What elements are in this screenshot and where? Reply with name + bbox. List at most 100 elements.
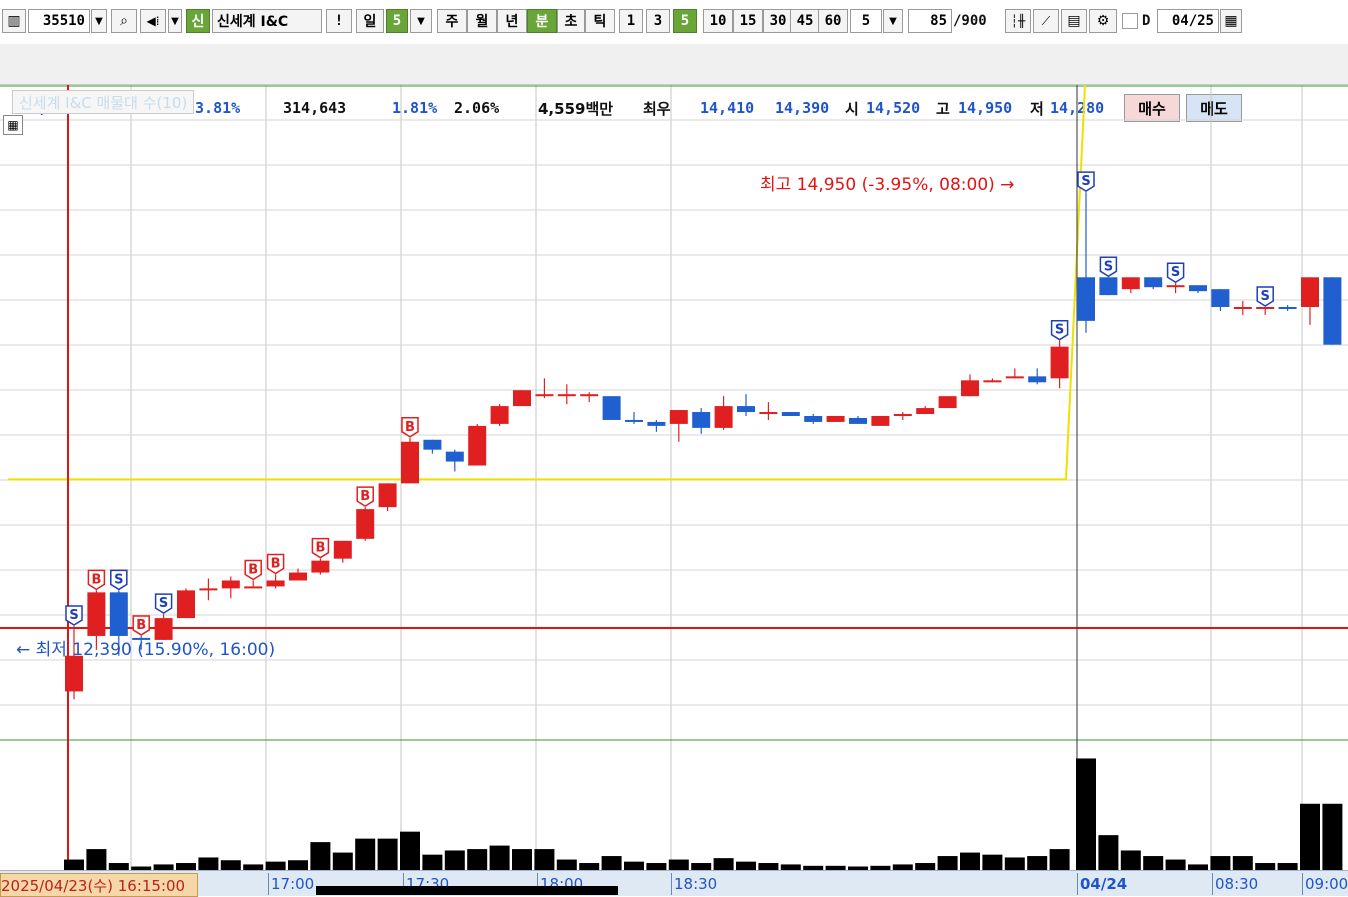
volume-bar: [444, 850, 465, 870]
sell-marker: S: [65, 605, 83, 626]
buy-marker: B: [266, 553, 285, 575]
candle-body: [87, 592, 106, 636]
candle-body: [1211, 289, 1230, 308]
svg-text:B: B: [315, 541, 325, 556]
period-15[interactable]: 15: [733, 9, 763, 33]
candle-body: [1301, 277, 1319, 308]
year-button[interactable]: 년: [497, 9, 527, 33]
volume-bar: [1049, 849, 1070, 870]
candle-body: [804, 415, 823, 422]
svg-text:S: S: [159, 596, 168, 611]
volume-bar: [176, 863, 196, 870]
save-icon[interactable]: ▤: [1061, 9, 1087, 33]
volume-bar: [198, 857, 219, 870]
candle-body: [445, 451, 464, 462]
candle-body: [893, 414, 912, 417]
candle-body: [1144, 277, 1163, 288]
date-input[interactable]: 04/25: [1157, 9, 1219, 33]
candle-body: [625, 419, 643, 422]
alert-button[interactable]: !: [326, 9, 352, 33]
calendar-icon[interactable]: ▦: [1220, 9, 1242, 33]
volume-bar: [691, 863, 712, 870]
volume-bar: [646, 863, 667, 870]
speaker-icon[interactable]: ◀⁞: [140, 9, 166, 33]
svg-text:S: S: [1104, 259, 1113, 274]
second-button[interactable]: 초: [557, 9, 585, 33]
candle-body: [1256, 307, 1275, 310]
chart-legend[interactable]: 신세계 I&C 매물대 수(10): [12, 90, 195, 114]
svg-text:S: S: [1055, 323, 1064, 338]
period-input[interactable]: 5: [850, 9, 882, 33]
candle-body: [535, 394, 554, 397]
chart-toolbar: ▥ 35510 ▼ ⌕ ◀⁞ ▼ 신 신세계 I&C ! 일 5 ▼ 주 월 년…: [0, 0, 1348, 45]
volume-bar: [1232, 856, 1253, 870]
volume-bar: [1143, 856, 1164, 870]
volume-bar: [355, 838, 376, 870]
candle-body: [759, 412, 778, 415]
candle-body: [401, 441, 419, 484]
candle-body: [333, 540, 352, 559]
candle-body: [938, 396, 957, 409]
checkbox-icon[interactable]: [1122, 13, 1138, 29]
stock-name-field[interactable]: 신세계 I&C: [212, 9, 322, 33]
volume-bar: [512, 849, 532, 870]
volume-bar: [108, 863, 129, 870]
tick-button[interactable]: 틱: [585, 9, 615, 33]
period-10[interactable]: 10: [703, 9, 733, 33]
svg-text:S: S: [69, 608, 78, 623]
search-icon[interactable]: ⌕: [111, 9, 137, 33]
volume-bar: [960, 852, 980, 870]
count-total: /900: [953, 13, 987, 29]
gear-icon[interactable]: ⚙: [1089, 9, 1117, 33]
period-30[interactable]: 30: [763, 9, 793, 33]
candle-body: [266, 580, 285, 587]
day-dropdown-icon[interactable]: ▼: [410, 9, 432, 33]
period-5[interactable]: 5: [673, 9, 697, 33]
stock-code-input[interactable]: 35510: [28, 9, 90, 33]
day-button[interactable]: 일: [356, 9, 384, 33]
candle-body: [378, 483, 397, 508]
high-annotation: 최고 14,950 (-3.95%, 08:00) →: [760, 175, 1015, 195]
sell-marker: S: [1256, 286, 1274, 307]
period-60[interactable]: 60: [818, 9, 848, 33]
count-input[interactable]: 85: [908, 9, 952, 33]
volume-bar: [556, 859, 577, 870]
candle-body: [199, 588, 218, 591]
candle-settings-icon[interactable]: ┆╫: [1005, 9, 1031, 33]
screen-icon[interactable]: ▥: [2, 9, 26, 33]
volume-bar: [64, 859, 84, 870]
candle-body: [1077, 277, 1095, 321]
volume-bar: [86, 849, 107, 870]
candle-body: [221, 580, 240, 589]
reference-line: [8, 85, 1086, 481]
redaction-bar: [316, 886, 618, 895]
candle-body: [289, 572, 307, 581]
sell-marker: S: [1099, 256, 1118, 278]
day-count[interactable]: 5: [386, 9, 408, 33]
dropdown-icon[interactable]: ▼: [168, 9, 182, 33]
svg-text:S: S: [1171, 265, 1180, 280]
period-1[interactable]: 1: [619, 9, 643, 33]
x-label: 08:30: [1212, 873, 1258, 895]
code-dropdown-icon[interactable]: ▼: [91, 9, 107, 33]
minute-button[interactable]: 분: [527, 9, 557, 33]
line-icon[interactable]: ⟋: [1033, 9, 1059, 33]
period-dropdown-icon[interactable]: ▼: [883, 9, 903, 33]
sell-marker: S: [1077, 171, 1095, 192]
volume-bar: [1004, 857, 1025, 870]
period-45[interactable]: 45: [790, 9, 820, 33]
candlestick-chart[interactable]: BBBBBBBBSSSSSSSS: [0, 85, 1348, 870]
svg-text:B: B: [360, 489, 370, 504]
candle-body: [311, 560, 330, 573]
period-3[interactable]: 3: [646, 9, 670, 33]
week-button[interactable]: 주: [437, 9, 467, 33]
volume-bar: [1120, 850, 1141, 870]
candle-body: [871, 415, 890, 426]
month-button[interactable]: 월: [467, 9, 497, 33]
candle-body: [1005, 376, 1024, 379]
volume-bar: [668, 859, 689, 870]
buy-marker: B: [87, 569, 106, 591]
grid-icon[interactable]: ▦: [3, 115, 23, 135]
candle-body: [109, 592, 128, 636]
volume-bar: [310, 842, 331, 870]
